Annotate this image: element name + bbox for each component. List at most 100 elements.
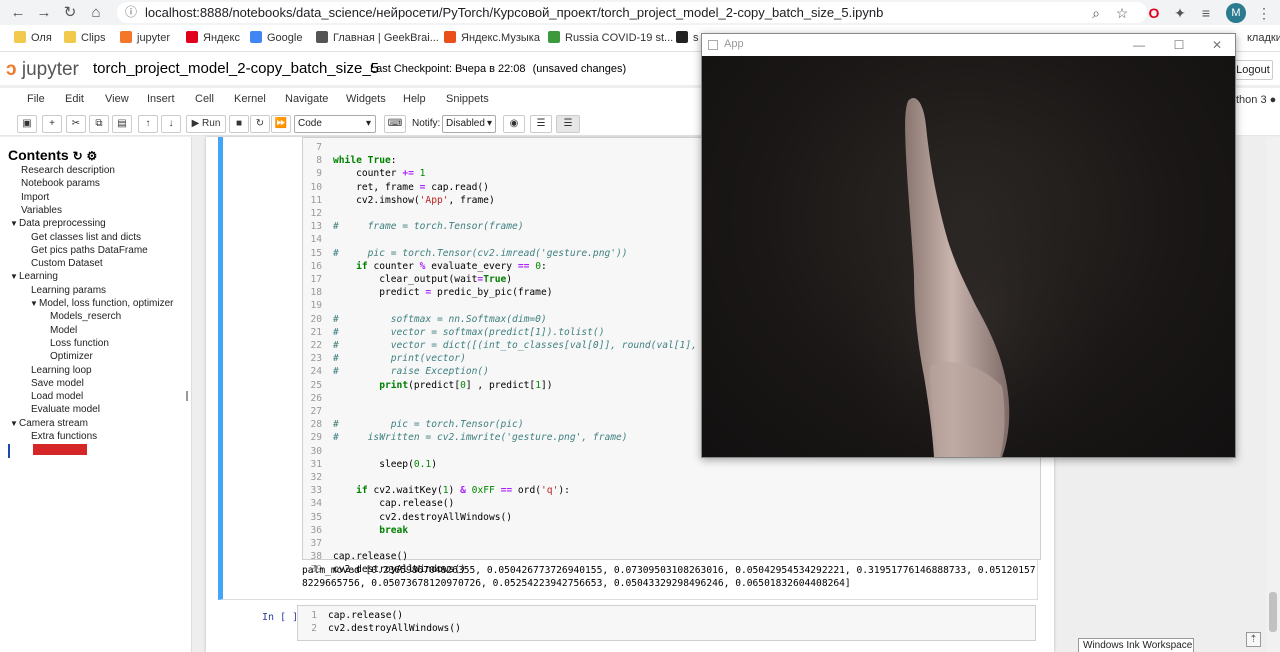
restart-icon[interactable]: ↻ — [250, 115, 270, 133]
toc-item-label: Research description — [21, 165, 115, 176]
toc-item[interactable]: Extra functions — [31, 431, 97, 442]
toc-item[interactable]: Research description — [21, 165, 115, 176]
toc-item[interactable]: Learning loop — [31, 365, 92, 376]
toc-item[interactable]: Load model — [31, 391, 83, 402]
scroll-top-icon[interactable]: ⇡ — [1246, 632, 1261, 647]
fast-forward-icon[interactable]: ⏩ — [271, 115, 291, 133]
bookmark-item[interactable]: Clips — [64, 31, 105, 44]
move-up-icon[interactable]: ↑ — [138, 115, 158, 133]
toc-item[interactable]: Model — [50, 325, 77, 336]
toc-item[interactable]: Optimizer — [50, 351, 93, 362]
menu-help[interactable]: Help — [403, 93, 426, 105]
bookmark-item[interactable]: s — [676, 31, 699, 44]
menu-edit[interactable]: Edit — [65, 93, 84, 105]
caret-down-icon[interactable]: ▼ — [10, 219, 19, 228]
scrollbar-thumb[interactable] — [1269, 592, 1277, 632]
toc-item[interactable]: Models_reserch — [50, 311, 121, 322]
toc-resize-handle[interactable] — [186, 391, 188, 401]
bookmark-item[interactable]: Главная | GeekBrai... — [316, 31, 439, 44]
info-icon[interactable]: ⓘ — [125, 2, 137, 23]
toc-item[interactable]: Notebook params — [21, 178, 100, 189]
jupyter-logo[interactable]: ↄ jupyter — [6, 59, 79, 81]
save-icon[interactable]: ▣ — [17, 115, 37, 133]
toc-item[interactable]: ▼Learning — [10, 271, 58, 282]
bookmark-item[interactable]: кладки — [1230, 31, 1280, 44]
paste-icon[interactable]: ▤ — [112, 115, 132, 133]
back-arrow-icon[interactable]: ← — [8, 3, 28, 23]
toc-item[interactable]: Get pics paths DataFrame — [31, 245, 148, 256]
copy-icon[interactable]: ⧉ — [89, 115, 109, 133]
add-cell-icon[interactable]: + — [42, 115, 62, 133]
notebook-name[interactable]: torch_project_model_2-copy_batch_size_5 — [93, 60, 379, 77]
gear-icon[interactable]: ⚙ — [87, 149, 98, 163]
opencv-app-window[interactable]: App — ☐ ✕ — [701, 33, 1236, 458]
search-icon[interactable]: ⌕ — [1086, 3, 1106, 23]
toc-item[interactable]: Learning params — [31, 285, 106, 296]
bookmark-item[interactable]: Яндекс.Музыка — [444, 31, 540, 44]
star-icon[interactable]: ☆ — [1112, 3, 1132, 23]
run-button[interactable]: ▶ Run — [186, 115, 226, 133]
keyboard-icon[interactable]: ⌨ — [384, 115, 406, 133]
avatar[interactable]: M — [1226, 3, 1246, 23]
toc-item[interactable]: Loss function — [50, 338, 109, 349]
menu-snippets[interactable]: Snippets — [446, 93, 489, 105]
maximize-icon[interactable]: ☐ — [1169, 36, 1189, 54]
toc-toggle-icon[interactable]: ☰ — [556, 115, 580, 133]
menu-file[interactable]: File — [27, 93, 45, 105]
toc-item[interactable]: ▼Model, loss function, optimizer — [30, 298, 174, 309]
toc-item[interactable]: Evaluate model — [31, 404, 100, 415]
cell-type-select[interactable]: Code ▾ — [294, 115, 376, 133]
minimize-icon[interactable]: — — [1129, 36, 1149, 54]
url-input[interactable]: ⓘ localhost:8888/notebooks/data_science/… — [117, 2, 1147, 23]
bookmark-item[interactable]: Яндекс — [186, 31, 240, 44]
notify-select[interactable]: Disabled ▾ — [442, 115, 496, 133]
home-icon[interactable]: ⌂ — [86, 3, 106, 23]
menu-kernel[interactable]: Kernel — [234, 93, 266, 105]
toc-item[interactable]: Custom Dataset — [31, 258, 103, 269]
toc-item[interactable]: ▼Data preprocessing — [10, 218, 106, 229]
code-editor[interactable]: 1 cap.release() 2 cv2.destroyAllWindows() — [297, 605, 1036, 641]
bookmark-item[interactable]: Google — [250, 31, 302, 44]
list-icon[interactable]: ☰ — [530, 115, 552, 133]
stop-icon[interactable]: ■ — [229, 115, 249, 133]
toc-item[interactable]: Save model — [31, 378, 84, 389]
caret-down-icon[interactable]: ▼ — [10, 419, 19, 428]
bookmark-item[interactable]: Russia COVID-19 st... — [548, 31, 673, 44]
toc-item[interactable]: Variables — [21, 205, 62, 216]
reload-icon[interactable]: ↻ — [60, 3, 80, 23]
toc-item-label: Import — [21, 191, 50, 203]
refresh-icon[interactable]: ↻ — [73, 149, 83, 163]
media-icon[interactable]: ≡ — [1196, 3, 1216, 23]
caret-down-icon[interactable]: ▼ — [30, 299, 39, 308]
menu-navigate[interactable]: Navigate — [285, 93, 328, 105]
toc-item[interactable]: Get classes list and dicts — [31, 232, 141, 243]
menu-cell[interactable]: Cell — [195, 93, 214, 105]
opera-icon[interactable]: O — [1144, 3, 1164, 23]
toc-item-label: Variables — [21, 204, 62, 216]
code-line: # isWritten = cv2.imwrite('gesture.png',… — [333, 432, 628, 444]
bookmark-item[interactable]: Оля — [14, 31, 52, 44]
code-cell[interactable]: In [ ]: 1 cap.release() 2 cv2.destroyAllWin… — [218, 604, 1038, 646]
menu-widgets[interactable]: Widgets — [346, 93, 386, 105]
page-scrollbar[interactable] — [1266, 137, 1280, 652]
logout-button[interactable]: Logout — [1233, 60, 1273, 80]
close-icon[interactable]: ✕ — [1207, 36, 1227, 54]
forward-arrow-icon[interactable]: → — [34, 3, 54, 23]
toc-item[interactable]: Stream loop — [33, 444, 87, 456]
toc-item[interactable]: ▼Camera stream — [10, 418, 88, 429]
puzzle-icon[interactable]: ✦ — [1170, 3, 1190, 23]
folder-icon — [14, 31, 26, 43]
cut-icon[interactable]: ✂ — [66, 115, 86, 133]
menu-view[interactable]: View — [105, 93, 129, 105]
toc-item[interactable]: Import — [21, 192, 49, 203]
caret-down-icon[interactable]: ▼ — [10, 272, 19, 281]
menu-insert[interactable]: Insert — [147, 93, 175, 105]
line-number: 32 — [310, 472, 322, 483]
app-title: App — [724, 38, 744, 50]
move-down-icon[interactable]: ↓ — [161, 115, 181, 133]
eye-icon[interactable]: ◉ — [503, 115, 525, 133]
kebab-menu-icon[interactable]: ⋮ — [1254, 3, 1274, 23]
app-titlebar[interactable]: App — ☐ ✕ — [702, 34, 1235, 56]
code-line: # raise Exception() — [333, 366, 489, 378]
bookmark-item[interactable]: jupyter — [120, 31, 170, 44]
